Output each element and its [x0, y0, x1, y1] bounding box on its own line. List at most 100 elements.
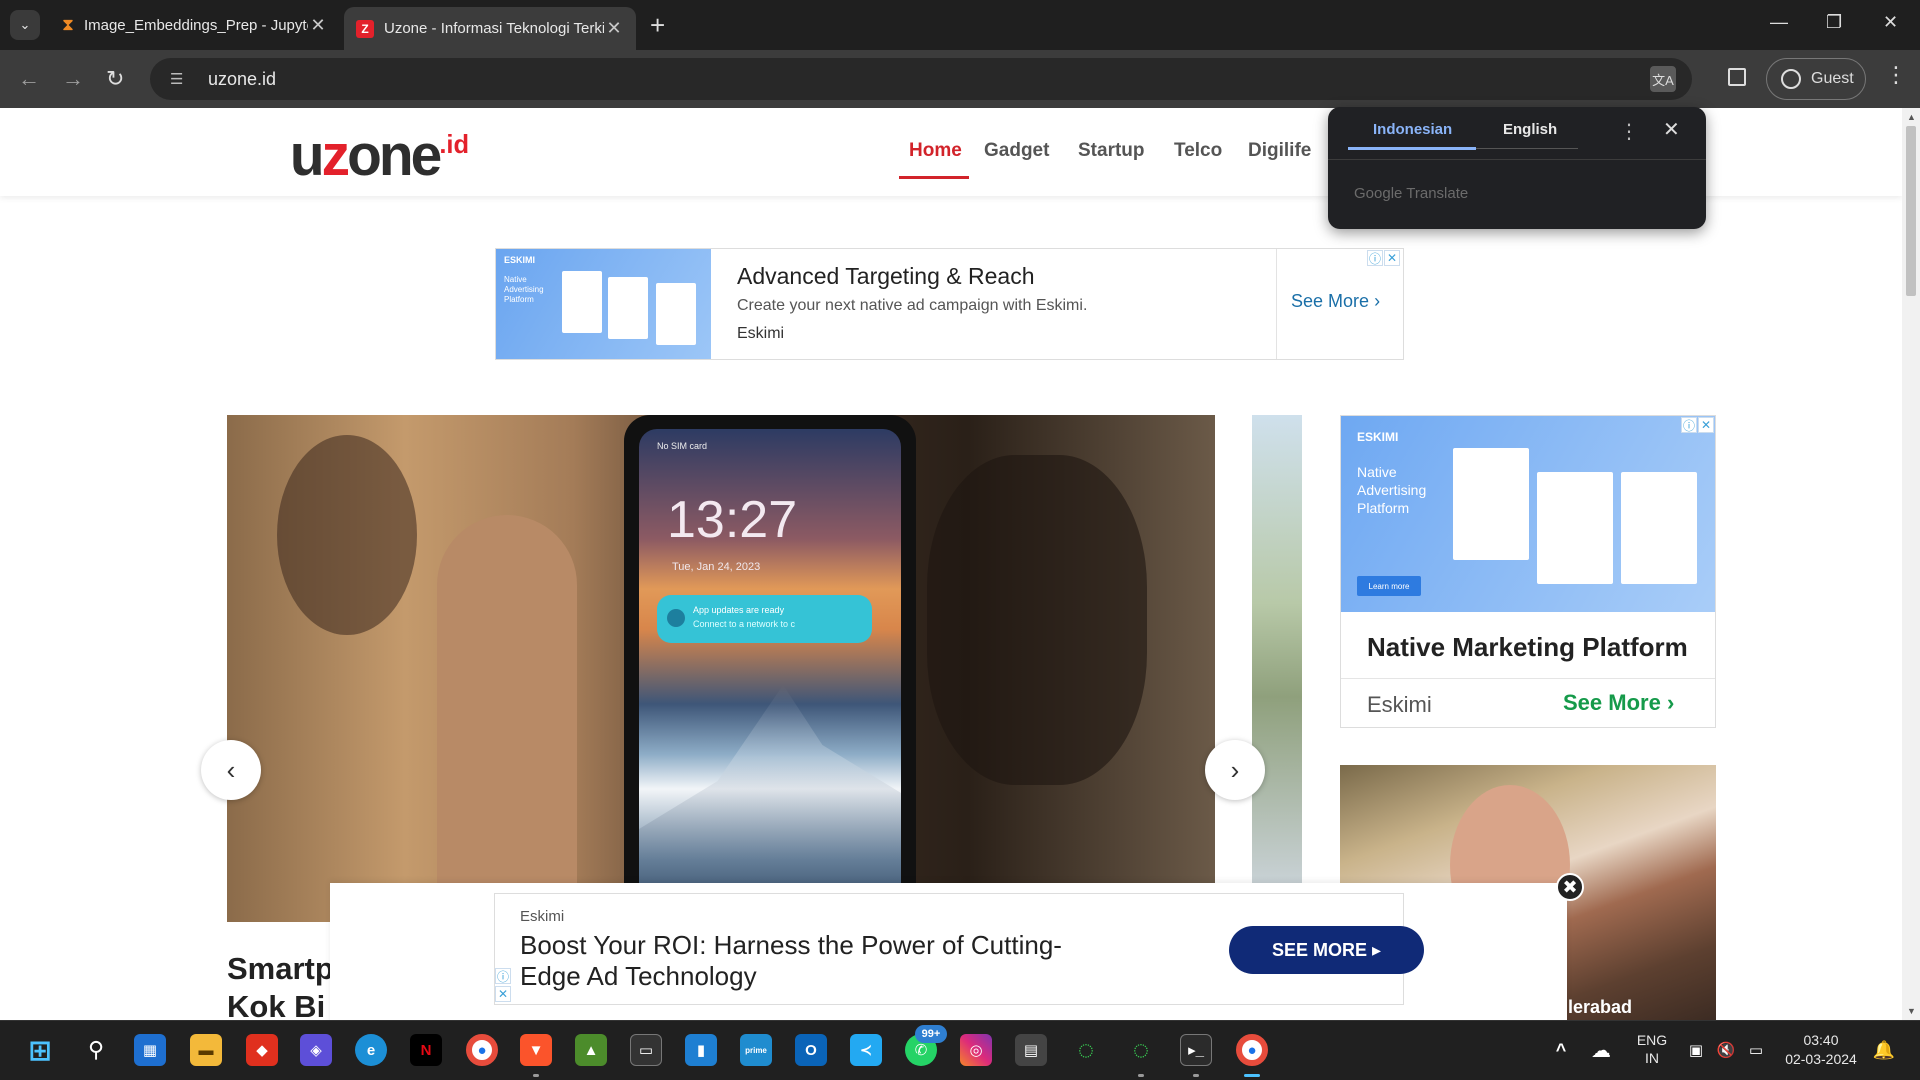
browser-menu-icon[interactable]: ⋮: [1885, 64, 1907, 86]
photo-caption: lerabad: [1568, 997, 1633, 1017]
ad-thumb-text: Native Advertising Platform: [504, 275, 544, 304]
tab-title: Image_Embeddings_Prep - Jupyter: [83, 16, 308, 34]
url-text[interactable]: uzone.id: [208, 69, 276, 90]
ad-close-icon[interactable]: ✕: [1384, 250, 1400, 266]
microsoft-store-icon[interactable]: ▦: [134, 1034, 166, 1066]
nav-active-indicator: [899, 176, 969, 179]
sticky-ad-headline[interactable]: Boost Your ROI: Harness the Power of Cut…: [520, 930, 1080, 992]
profile-button[interactable]: Guest: [1766, 58, 1866, 100]
new-tab-button[interactable]: +: [650, 10, 665, 40]
site-logo[interactable]: uzone.id: [290, 122, 469, 189]
app-purple-icon[interactable]: ◈: [300, 1034, 332, 1066]
ad-close-icon[interactable]: ✕: [495, 986, 511, 1002]
photos-icon[interactable]: ▲: [575, 1034, 607, 1066]
ad-brand: ESKIMI: [504, 255, 536, 265]
ad-see-more-link[interactable]: See More ›: [1291, 291, 1380, 312]
adchoices-icon[interactable]: ⓘ: [1681, 417, 1697, 433]
chrome-icon[interactable]: ●: [466, 1034, 498, 1066]
scrollbar-thumb[interactable]: [1906, 126, 1916, 296]
side-ad-see-more-link[interactable]: See More ›: [1563, 690, 1674, 716]
sticky-ad-see-more-button[interactable]: SEE MORE ▸: [1229, 926, 1424, 974]
netflix-icon[interactable]: N: [410, 1034, 442, 1066]
sticky-bottom-ad[interactable]: Eskimi Boost Your ROI: Harness the Power…: [330, 873, 1584, 1020]
language-indicator[interactable]: ENG IN: [1636, 1031, 1668, 1067]
tab-jupyter[interactable]: ⧗ Image_Embeddings_Prep - Jupyter ✕: [50, 7, 340, 43]
tab-close-icon[interactable]: ✕: [308, 15, 328, 36]
minimize-button[interactable]: —: [1770, 12, 1788, 33]
translate-popup: Indonesian English ⋮ ✕ Google Translate: [1328, 107, 1706, 229]
nav-digilife[interactable]: Digilife: [1248, 140, 1311, 162]
article-headline[interactable]: Smartp Kok Bi: [227, 938, 334, 1020]
terminal-icon[interactable]: ▭: [630, 1034, 662, 1066]
page-scrollbar[interactable]: ▲ ▼: [1902, 108, 1920, 1020]
chrome-active-icon[interactable]: ●: [1236, 1034, 1268, 1066]
scroll-down-icon: ▼: [1907, 1006, 1916, 1016]
translate-icon[interactable]: 文A: [1650, 66, 1676, 92]
start-icon[interactable]: ⊞: [24, 1034, 56, 1066]
restore-button[interactable]: ❐: [1826, 12, 1842, 33]
windows-taskbar: ⊞ ⚲ ▦ ▬ ◆ ◈ e N ● ▼ ▲ ▭ ▮ prime O ≺ ✆ 99…: [0, 1020, 1920, 1080]
tab-search-button[interactable]: ⌄: [10, 10, 40, 40]
side-ad-image[interactable]: ESKIMI Native Advertising Platform Learn…: [1341, 416, 1715, 612]
app-blue-icon[interactable]: ▮: [685, 1034, 717, 1066]
nav-home[interactable]: Home: [909, 140, 962, 162]
app-red-diamond-icon[interactable]: ◆: [246, 1034, 278, 1066]
tab-close-icon[interactable]: ✕: [604, 18, 624, 39]
notifications-bell-icon[interactable]: 🔔: [1868, 1034, 1900, 1066]
translate-target-tab[interactable]: English: [1503, 121, 1557, 138]
carousel-next-button[interactable]: ›: [1205, 740, 1265, 800]
volume-muted-icon[interactable]: 🔇: [1710, 1034, 1742, 1066]
side-panel-icon[interactable]: [1728, 68, 1746, 86]
next-slide-peek[interactable]: [1252, 415, 1302, 885]
close-window-button[interactable]: ✕: [1883, 12, 1898, 33]
battery-icon[interactable]: ▭: [1740, 1034, 1772, 1066]
nav-telco[interactable]: Telco: [1174, 140, 1222, 162]
search-icon[interactable]: ⚲: [80, 1034, 112, 1066]
app-green-ring-icon[interactable]: ◌: [1070, 1034, 1102, 1066]
side-ad[interactable]: ESKIMI Native Advertising Platform Learn…: [1340, 415, 1716, 728]
side-ad-advertiser: Eskimi: [1367, 692, 1432, 717]
translate-close-icon[interactable]: ✕: [1663, 117, 1680, 142]
forward-icon[interactable]: →: [62, 68, 84, 90]
chevron-right-icon: ›: [1666, 690, 1675, 715]
tab-uzone[interactable]: Z Uzone - Informasi Teknologi Terkini ✕: [344, 7, 636, 50]
clock[interactable]: 03:40 02-03-2024: [1783, 1031, 1859, 1069]
vscode-icon[interactable]: ≺: [850, 1034, 882, 1066]
hand-image: [437, 515, 577, 922]
translate-source-tab[interactable]: Indonesian: [1373, 121, 1452, 138]
address-bar[interactable]: ☰ uzone.id 文A: [150, 58, 1692, 100]
file-explorer-icon[interactable]: ▬: [190, 1034, 222, 1066]
app-gray-icon[interactable]: ▤: [1015, 1034, 1047, 1066]
chevron-up-icon[interactable]: ^: [1545, 1034, 1577, 1066]
browser-toolbar: ← → ↻ ☰ uzone.id 文A Guest ⋮: [0, 50, 1920, 108]
adchoices-icon[interactable]: ⓘ: [1367, 250, 1383, 266]
sticky-ad-close-button[interactable]: ✖: [1556, 873, 1584, 901]
hero-carousel[interactable]: No SIM card 13:27 Tue, Jan 24, 2023 App …: [227, 415, 1215, 922]
ad-title[interactable]: Advanced Targeting & Reach: [737, 263, 1035, 290]
onedrive-cloud-icon[interactable]: ☁: [1585, 1034, 1617, 1066]
uzone-favicon-icon: Z: [356, 19, 374, 38]
app-green-ring-2-icon[interactable]: ◌: [1125, 1034, 1157, 1066]
cmd-icon[interactable]: ▸_: [1180, 1034, 1212, 1066]
edge-icon[interactable]: e: [355, 1034, 387, 1066]
nav-gadget[interactable]: Gadget: [984, 140, 1049, 162]
outlook-icon[interactable]: O: [795, 1034, 827, 1066]
ad-thumbnail[interactable]: ESKIMI Native Advertising Platform: [496, 249, 711, 359]
site-info-icon[interactable]: ☰: [170, 70, 192, 88]
web-page: uzone.id Home Gadget Startup Telco Digil…: [0, 108, 1902, 1020]
side-ad-title[interactable]: Native Marketing Platform: [1367, 632, 1688, 663]
top-banner-ad[interactable]: ESKIMI Native Advertising Platform Advan…: [495, 248, 1404, 360]
notification-icon: [667, 609, 685, 627]
phone-notification: App updates are ready Connect to a netwo…: [657, 595, 872, 643]
carousel-prev-button[interactable]: ‹: [201, 740, 261, 800]
network-icon[interactable]: ▣: [1680, 1034, 1712, 1066]
adchoices-icon[interactable]: ⓘ: [495, 968, 511, 984]
instagram-icon[interactable]: ◎: [960, 1034, 992, 1066]
ad-close-icon[interactable]: ✕: [1698, 417, 1714, 433]
brave-icon[interactable]: ▼: [520, 1034, 552, 1066]
back-icon[interactable]: ←: [18, 68, 40, 90]
reload-icon[interactable]: ↻: [106, 68, 124, 90]
translate-options-icon[interactable]: ⋮: [1619, 119, 1639, 144]
prime-video-icon[interactable]: prime: [740, 1034, 772, 1066]
nav-startup[interactable]: Startup: [1078, 140, 1145, 162]
